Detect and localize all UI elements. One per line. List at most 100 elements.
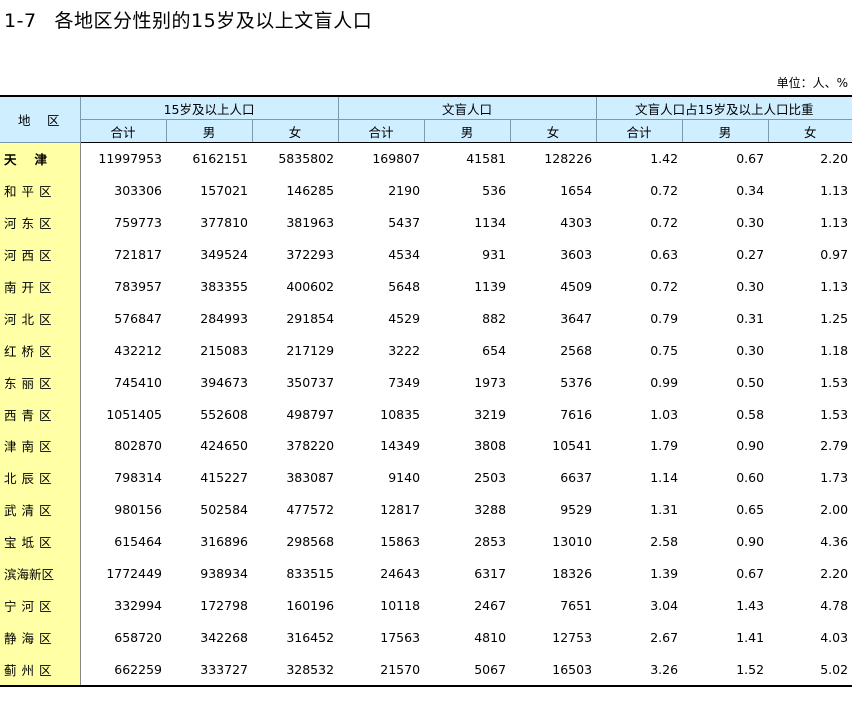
group-header-population: 15岁及以上人口 <box>80 95 339 120</box>
subheader-cell: 合计 <box>596 119 683 143</box>
value-cell: 833515 <box>286 566 335 582</box>
value-cell: 5835802 <box>278 151 335 167</box>
value-cell: 11997953 <box>98 151 162 167</box>
value-cell: 1.25 <box>820 310 849 326</box>
value-cell: 21570 <box>338 653 425 688</box>
value-cell: 0.67 <box>736 151 765 167</box>
region-cell: 武清区 <box>0 493 81 526</box>
value-cell: 3222 <box>388 342 421 358</box>
header-row-subheaders: 合计 男 女 合计 男 女 合计 男 女 <box>0 119 853 143</box>
table-row: 滨海新区 1772449 938934 833515 24643 6317 18326 1.3… <box>0 557 852 590</box>
value-cell: 1.14 <box>650 470 679 486</box>
value-cell: 2.20 <box>820 566 849 582</box>
value-cell: 1.03 <box>650 406 679 422</box>
value-cell: 662259 <box>80 653 166 688</box>
subheader-cell: 男 <box>682 119 769 143</box>
value-cell: 1139 <box>474 279 507 294</box>
value-cell: 349524 <box>200 247 248 263</box>
table-row: 河西区 721817 349524 372293 4534 931 3603 0.63 0.27… <box>0 238 852 271</box>
value-cell: 381963 <box>286 215 335 231</box>
value-cell: 316896 <box>200 534 248 550</box>
value-cell: 759773 <box>114 215 162 231</box>
value-cell: 1.53 <box>820 406 849 422</box>
value-cell: 0.30 <box>736 342 765 358</box>
value-cell: 0.30 <box>736 279 765 294</box>
value-cell: 2.00 <box>820 502 849 518</box>
value-cell: 298568 <box>286 534 335 550</box>
value-cell: 1772449 <box>106 566 162 582</box>
unit-label: 单位：人、% <box>776 76 848 90</box>
region-cell: 和平区 <box>0 174 81 207</box>
value-cell: 1.18 <box>820 342 849 358</box>
value-cell: 3.26 <box>596 653 683 688</box>
value-cell: 3288 <box>474 502 507 518</box>
value-cell: 383087 <box>286 470 335 486</box>
value-cell: 13010 <box>552 534 593 550</box>
value-cell: 745410 <box>114 374 162 390</box>
value-cell: 4303 <box>560 215 593 231</box>
subheader-cell: 女 <box>510 119 597 143</box>
data-table: 地 区 15岁及以上人口 文盲人口 文盲人口占15岁及以上人口比重 合计 男 女… <box>0 95 853 688</box>
table-row: 南开区 783957 383355 400602 5648 1139 4509 0.72 0.3… <box>0 270 852 303</box>
table-row: 静海区 658720 342268 316452 17563 4810 12753 2.67 1… <box>0 621 852 654</box>
value-cell: 1.79 <box>650 438 679 454</box>
value-cell: 2853 <box>474 534 507 550</box>
value-cell: 802870 <box>114 438 162 454</box>
value-cell: 394673 <box>200 374 248 390</box>
value-cell: 24643 <box>380 566 421 582</box>
value-cell: 0.60 <box>736 470 765 486</box>
value-cell: 4534 <box>388 247 421 263</box>
value-cell: 783957 <box>114 279 162 294</box>
value-cell: 5376 <box>560 374 593 390</box>
value-cell: 1.42 <box>650 151 679 167</box>
region-cell: 河北区 <box>0 302 81 335</box>
table-row: 河东区 759773 377810 381963 5437 1134 4303 0.72 0.3… <box>0 206 852 239</box>
table-row: 河北区 576847 284993 291854 4529 882 3647 0.79 0.31… <box>0 302 852 335</box>
region-cell: 天津 <box>0 142 81 175</box>
value-cell: 1.13 <box>820 183 849 199</box>
page-title: 1-7 各地区分性别的15岁及以上文盲人口 <box>4 6 372 33</box>
value-cell: 157021 <box>200 183 248 199</box>
value-cell: 0.99 <box>650 374 679 390</box>
value-cell: 0.58 <box>736 406 765 422</box>
value-cell: 931 <box>482 247 507 263</box>
value-cell: 882 <box>482 310 507 326</box>
value-cell: 0.50 <box>736 374 765 390</box>
value-cell: 378220 <box>286 438 335 454</box>
value-cell: 1.13 <box>820 279 849 294</box>
value-cell: 4.78 <box>820 597 849 613</box>
value-cell: 128226 <box>544 151 593 167</box>
value-cell: 328532 <box>252 653 339 688</box>
table-row: 天津 11997953 6162151 5835802 169807 41581 12822… <box>0 142 852 175</box>
value-cell: 342268 <box>200 629 248 645</box>
value-cell: 333727 <box>166 653 252 688</box>
value-cell: 217129 <box>286 342 335 358</box>
region-header: 地 区 <box>0 95 81 143</box>
region-cell: 南开区 <box>0 270 81 303</box>
value-cell: 536 <box>482 183 507 199</box>
value-cell: 4529 <box>388 310 421 326</box>
value-cell: 16503 <box>510 653 597 688</box>
value-cell: 0.63 <box>650 247 679 263</box>
table-row: 北辰区 798314 415227 383087 9140 2503 6637 1.14 0.6… <box>0 461 852 494</box>
value-cell: 502584 <box>200 502 248 518</box>
value-cell: 0.75 <box>650 342 679 358</box>
value-cell: 1.13 <box>820 215 849 231</box>
value-cell: 721817 <box>114 247 162 263</box>
value-cell: 4509 <box>560 279 593 294</box>
table-row: 宝坻区 615464 316896 298568 15863 2853 13010 2.58 0… <box>0 525 852 558</box>
value-cell: 2.79 <box>820 438 849 454</box>
value-cell: 7349 <box>388 374 421 390</box>
value-cell: 15863 <box>380 534 421 550</box>
value-cell: 798314 <box>114 470 162 486</box>
value-cell: 1.39 <box>650 566 679 582</box>
value-cell: 0.67 <box>736 566 765 582</box>
value-cell: 5067 <box>424 653 511 688</box>
header-row-groups: 地 区 15岁及以上人口 文盲人口 文盲人口占15岁及以上人口比重 <box>0 95 853 143</box>
value-cell: 980156 <box>114 502 162 518</box>
value-cell: 9140 <box>388 470 421 486</box>
value-cell: 1973 <box>474 374 507 390</box>
value-cell: 415227 <box>200 470 248 486</box>
value-cell: 372293 <box>286 247 335 263</box>
value-cell: 160196 <box>286 597 335 613</box>
